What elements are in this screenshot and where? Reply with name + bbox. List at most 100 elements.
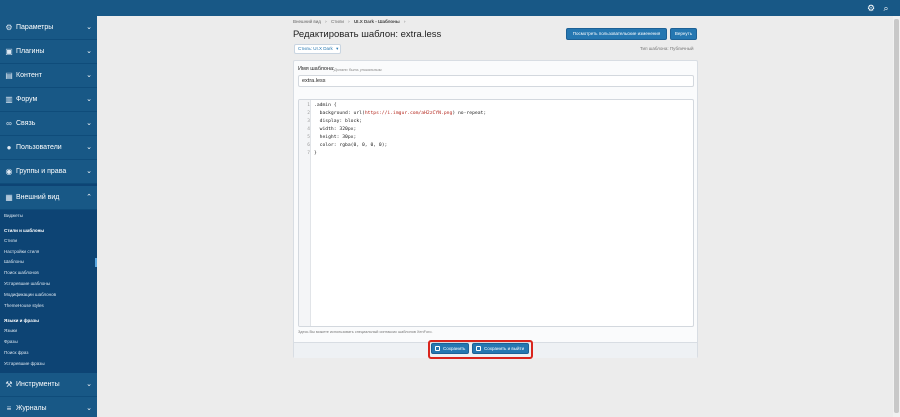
style-selector[interactable]: Стиль: UI.X Dark ▾	[294, 44, 341, 54]
breadcrumb-item[interactable]: UI.X Dark - Шаблоны	[354, 19, 400, 24]
search-icon[interactable]: ⌕	[881, 3, 891, 13]
top-bar: ⚙ ⌕	[0, 0, 900, 16]
sidebar-item-label: Параметры	[16, 24, 54, 31]
sidebar-item-label: Группы и права	[16, 168, 67, 175]
scrollbar-thumb[interactable]	[894, 19, 899, 413]
main-content: Внешний вид › Стили › UI.X Dark - Шаблон…	[97, 16, 900, 417]
page-title: Редактировать шаблон: extra.less	[293, 29, 442, 40]
sidebar-link-themehouse-styles[interactable]: ThemeHouse styles	[4, 303, 44, 309]
sidebar-item-appearance[interactable]: ▦ Внешний вид ⌃	[0, 186, 97, 210]
view-custom-changes-button[interactable]: Посмотреть пользовательские изменения	[566, 28, 667, 40]
breadcrumb-item[interactable]: Стили	[331, 19, 344, 24]
line-number: 6	[307, 143, 310, 148]
sidebar-link-styles[interactable]: Стили	[4, 238, 17, 244]
line-number: 5	[307, 135, 310, 140]
sidebar-item-options[interactable]: ⚙ Параметры ⌄	[0, 16, 97, 40]
chevron-down-icon[interactable]: ⌄	[86, 136, 92, 160]
code-line: height: 30px;	[314, 135, 357, 140]
sidebar-link-template-search[interactable]: Поиск шаблонов	[4, 270, 39, 276]
chevron-down-icon[interactable]: ⌄	[86, 16, 92, 40]
sidebar-link-outdated-phrases[interactable]: Устаревшие фразы	[4, 361, 45, 367]
code-line: .admin {	[314, 103, 337, 108]
save-icon	[476, 346, 481, 351]
forum-icon: ▥	[5, 95, 13, 104]
breadcrumb-separator: ›	[348, 19, 350, 24]
sidebar-item-label: Плагины	[16, 48, 45, 55]
code-line: }	[314, 151, 317, 156]
save-and-exit-button[interactable]: Сохранить и выйти	[472, 343, 529, 354]
sidebar-item-label: Контент	[16, 72, 42, 79]
breadcrumb-separator: ›	[325, 19, 327, 24]
sidebar-item-label: Журналы	[16, 405, 47, 412]
chevron-down-icon[interactable]: ⌄	[86, 397, 92, 417]
chevron-down-icon[interactable]: ⌄	[86, 160, 92, 184]
code-line: color: rgba(0, 0, 0, 0);	[314, 143, 388, 148]
line-number: 1	[307, 103, 310, 108]
sidebar-link-widgets[interactable]: Виджеты	[4, 213, 23, 219]
chevron-down-icon[interactable]: ⌄	[86, 40, 92, 64]
template-name-input[interactable]: extra.less	[298, 75, 694, 87]
sidebar: ⚙ Параметры ⌄ ▣ Плагины ⌄ ▤ Контент ⌄ ▥ …	[0, 16, 97, 417]
sidebar-link-templates[interactable]: Шаблоны	[4, 259, 24, 265]
chevron-down-icon[interactable]: ⌄	[86, 64, 92, 88]
settings-icon[interactable]: ⚙	[866, 3, 876, 13]
chevron-down-icon[interactable]: ⌄	[86, 112, 92, 136]
code-line: width: 320px;	[314, 127, 357, 132]
sidebar-section-styles: Стили и шаблоны	[4, 228, 45, 233]
code-line: display: block;	[314, 119, 362, 124]
sidebar-section-phrases: Языки и фразы	[4, 318, 39, 323]
save-icon	[435, 346, 440, 351]
line-number: 4	[307, 127, 310, 132]
sidebar-link-outdated-templates[interactable]: Устаревшие шаблоны	[4, 281, 50, 287]
template-name-hint: Должно быть уникальным.	[334, 68, 383, 72]
sidebar-item-logs[interactable]: ≡ Журналы ⌄	[0, 397, 97, 417]
breadcrumb-separator: ›	[404, 19, 406, 24]
breadcrumb: Внешний вид › Стили › UI.X Dark - Шаблон…	[293, 19, 409, 24]
sidebar-item-forum[interactable]: ▥ Форум ⌄	[0, 88, 97, 112]
sidebar-item-plugins[interactable]: ▣ Плагины ⌄	[0, 40, 97, 64]
user-icon: ●	[6, 143, 12, 152]
appearance-icon: ▦	[5, 193, 13, 202]
save-and-exit-button-label: Сохранить и выйти	[484, 346, 525, 351]
caret-down-icon: ▾	[336, 46, 339, 51]
line-number: 7	[307, 151, 310, 156]
sidebar-link-languages[interactable]: Языки	[4, 328, 17, 334]
sidebar-link-phrases[interactable]: Фразы	[4, 339, 18, 345]
code-line: background: url(https://i.imgur.com/aH2z…	[314, 111, 487, 116]
content-icon: ▤	[5, 71, 13, 80]
chevron-down-icon[interactable]: ⌄	[86, 373, 92, 397]
sidebar-link-phrase-search[interactable]: Поиск фраз	[4, 350, 28, 356]
sidebar-item-tools[interactable]: ⚒ Инструменты ⌄	[0, 373, 97, 397]
chevron-down-icon[interactable]: ⌄	[86, 88, 92, 112]
sidebar-item-label: Внешний вид	[16, 194, 60, 201]
sidebar-item-label: Инструменты	[16, 381, 60, 388]
style-selector-label: Стиль: UI.X Dark	[298, 46, 333, 51]
breadcrumb-item[interactable]: Внешний вид	[293, 19, 321, 24]
revert-button[interactable]: Вернуть	[670, 28, 697, 40]
save-button[interactable]: Сохранить	[431, 343, 469, 354]
sidebar-item-users[interactable]: ● Пользователи ⌄	[0, 136, 97, 160]
line-number: 2	[307, 111, 310, 116]
tools-icon: ⚒	[5, 380, 13, 389]
line-number: 3	[307, 119, 310, 124]
groups-icon: ◉	[5, 167, 13, 176]
logs-icon: ≡	[6, 404, 12, 413]
save-button-label: Сохранить	[443, 346, 466, 351]
sidebar-item-content[interactable]: ▤ Контент ⌄	[0, 64, 97, 88]
page-scrollbar[interactable]	[893, 16, 900, 417]
syntax-note: Здесь Вы можете использовать специальный…	[298, 330, 433, 334]
code-editor[interactable]: 1 2 3 4 5 6 7 .admin { background: url(h…	[298, 99, 694, 327]
chevron-up-icon[interactable]: ⌃	[86, 186, 92, 210]
sidebar-item-label: Связь	[16, 120, 36, 127]
sidebar-link-template-modifications[interactable]: Модификации шаблонов	[4, 292, 56, 298]
sidebar-item-label: Пользователи	[16, 144, 62, 151]
sidebar-item-label: Форум	[16, 96, 38, 103]
link-icon: ∞	[6, 119, 12, 128]
code-url: https://i.imgur.com/aH2zCYN.png	[364, 111, 453, 116]
template-name-label: Имя шаблона:	[298, 66, 335, 72]
sidebar-item-groups[interactable]: ◉ Группы и права ⌄	[0, 160, 97, 184]
template-type: Тип шаблона: Публичный	[640, 46, 694, 51]
sidebar-item-communication[interactable]: ∞ Связь ⌄	[0, 112, 97, 136]
line-number-gutter: 1 2 3 4 5 6 7	[299, 100, 311, 326]
sidebar-link-style-properties[interactable]: Настройки стиля	[4, 249, 39, 255]
